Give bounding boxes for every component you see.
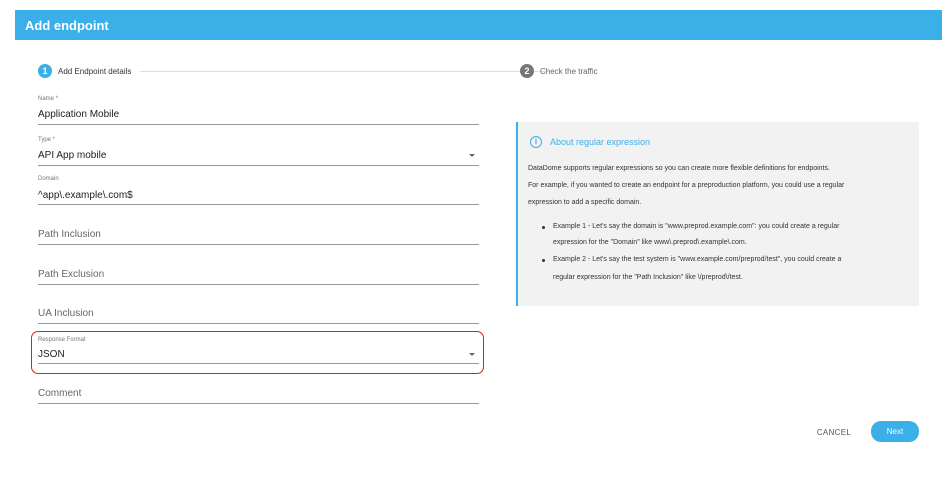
response-format-select[interactable]: Response Format JSON xyxy=(38,337,479,365)
bullet-1-line-1: Example 1 - Let's say the domain is "www… xyxy=(553,223,840,230)
regex-info-panel: i About regular expression DataDome supp… xyxy=(516,122,919,306)
ua-inclusion-field[interactable]: UA Inclusion xyxy=(38,308,479,325)
next-button[interactable]: Next xyxy=(871,421,919,442)
response-format-underline xyxy=(38,363,479,364)
path-exclusion-underline xyxy=(38,284,479,285)
step-1-number: 1 xyxy=(38,64,52,78)
stepper: 1 Add Endpoint details 2 Check the traff… xyxy=(38,63,628,81)
name-label: Name * xyxy=(38,96,59,102)
path-exclusion-field[interactable]: Path Exclusion xyxy=(38,269,479,286)
bullet-dot xyxy=(542,226,545,229)
bullet-1-line-2: expression for the "Domain" like www\.pr… xyxy=(553,239,747,246)
type-value: API App mobile xyxy=(38,150,107,161)
bullet-2-line-2: regular expression for the "Path Inclusi… xyxy=(553,274,743,281)
path-inclusion-placeholder: Path Inclusion xyxy=(38,229,101,240)
path-exclusion-placeholder: Path Exclusion xyxy=(38,269,105,280)
domain-value: ^app\.example\.com$ xyxy=(38,190,133,201)
cancel-button[interactable]: CANCEL xyxy=(808,422,860,442)
bullet-2-line-1: Example 2 - Let's say the test system is… xyxy=(553,256,842,263)
path-inclusion-field[interactable]: Path Inclusion xyxy=(38,229,479,246)
bullet-dot xyxy=(542,259,545,262)
stepper-line xyxy=(140,71,550,72)
comment-field[interactable]: Comment xyxy=(38,388,479,405)
domain-label: Domain xyxy=(38,176,59,182)
step-2-label: Check the traffic xyxy=(540,66,598,76)
type-select[interactable]: Type * API App mobile xyxy=(38,137,479,167)
step-1-label: Add Endpoint details xyxy=(58,66,132,76)
type-label: Type * xyxy=(38,137,56,143)
name-value: Application Mobile xyxy=(38,109,120,120)
name-field[interactable]: Name * Application Mobile xyxy=(38,96,479,126)
domain-underline xyxy=(38,204,479,205)
response-format-value: JSON xyxy=(38,349,65,360)
info-icon: i xyxy=(530,136,542,148)
type-underline xyxy=(38,165,479,166)
dialog-header: Add endpoint xyxy=(15,10,942,40)
comment-placeholder: Comment xyxy=(38,388,82,399)
response-format-label: Response Format xyxy=(38,337,86,343)
comment-underline xyxy=(38,403,479,404)
domain-field[interactable]: Domain ^app\.example\.com$ xyxy=(38,176,479,206)
ua-inclusion-underline xyxy=(38,323,479,324)
info-title: About regular expression xyxy=(550,137,651,147)
name-underline xyxy=(38,124,479,125)
ua-inclusion-placeholder: UA Inclusion xyxy=(38,308,94,319)
step-2[interactable]: 2 Check the traffic xyxy=(520,63,598,79)
chevron-down-icon[interactable] xyxy=(469,154,475,157)
dialog-title: Add endpoint xyxy=(25,18,109,33)
path-inclusion-underline xyxy=(38,244,479,245)
chevron-down-icon[interactable] xyxy=(469,353,475,356)
step-1[interactable]: 1 Add Endpoint details xyxy=(38,63,131,79)
info-line: For example, if you wanted to create an … xyxy=(528,182,845,189)
info-line: DataDome supports regular expressions so… xyxy=(528,165,830,172)
step-2-number: 2 xyxy=(520,64,534,78)
info-line: expression to add a specific domain. xyxy=(528,199,642,206)
